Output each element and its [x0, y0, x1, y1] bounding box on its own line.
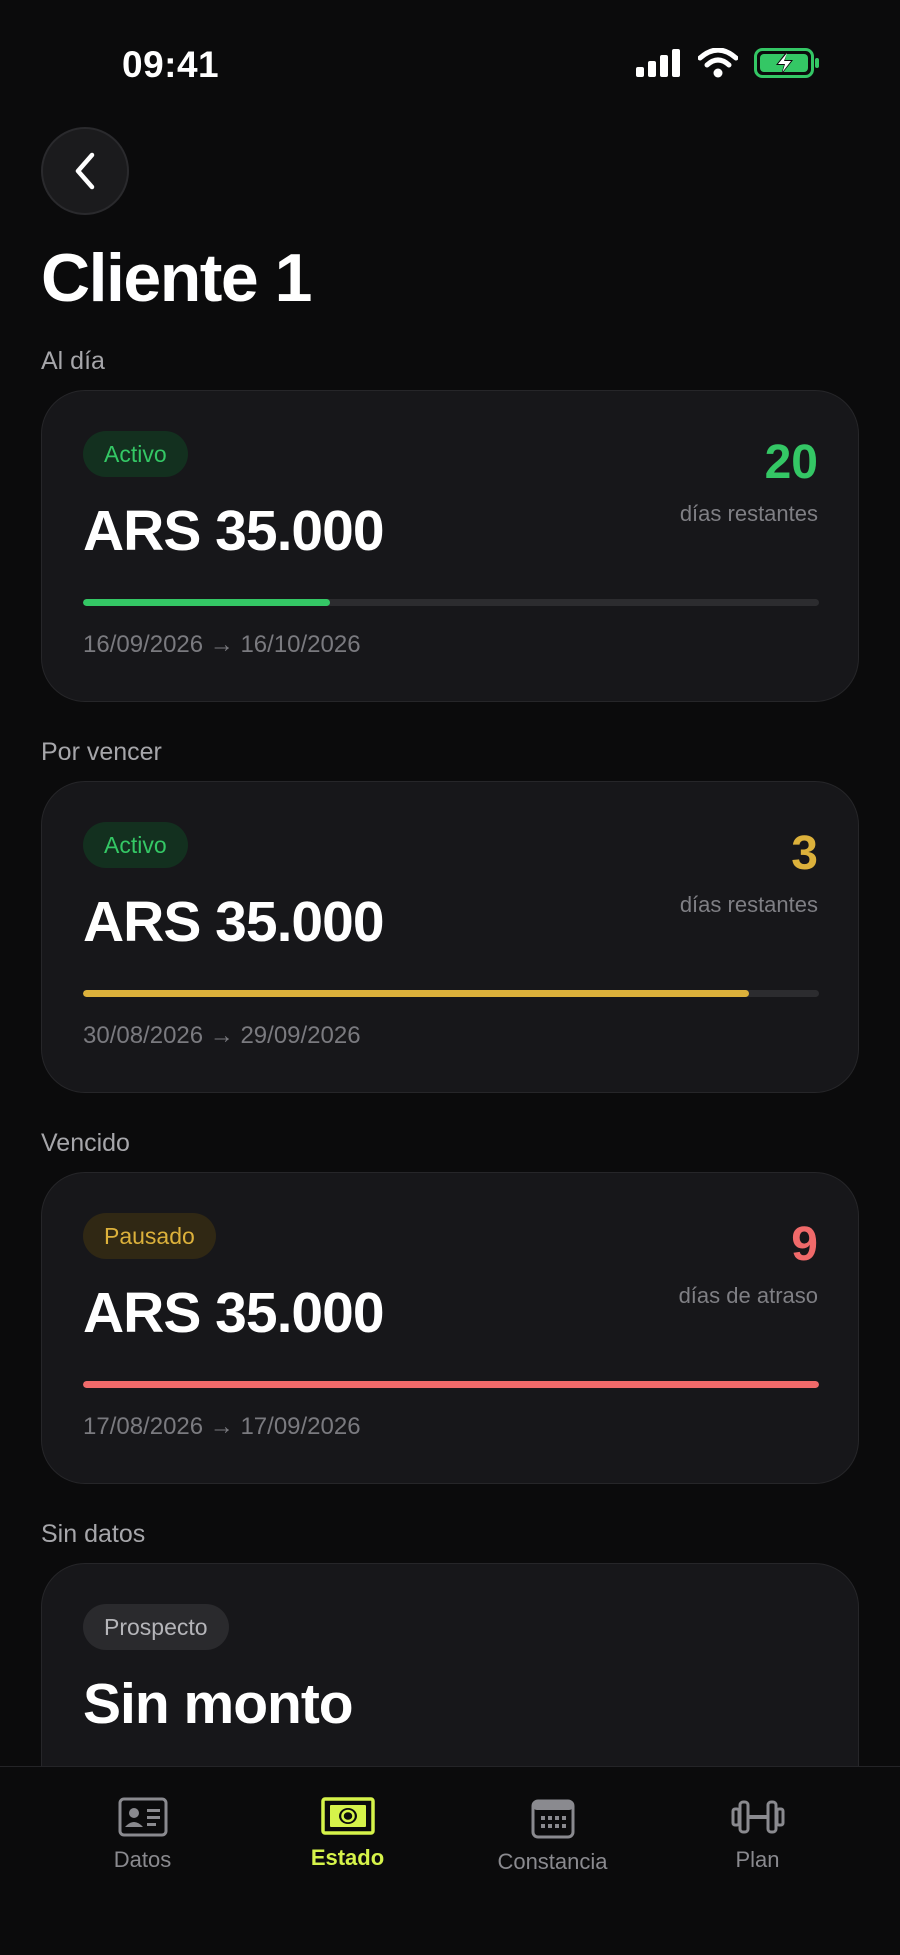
- tab-plan[interactable]: Plan: [673, 1767, 843, 1955]
- progress-bar: [83, 990, 819, 997]
- amount: Sin monto: [83, 1672, 354, 1736]
- amount: ARS 35.000: [83, 890, 385, 954]
- amount: ARS 35.000: [83, 499, 385, 563]
- progress-fill: [83, 599, 330, 606]
- subscription-card-por-vencer[interactable]: Activo ARS 35.000 3 días restantes 30/08…: [41, 781, 859, 1093]
- section-label-vencido: Vencido: [41, 1129, 130, 1157]
- days-label: días restantes: [679, 501, 818, 526]
- progress-fill: [83, 990, 750, 997]
- status-badge: Activo: [83, 431, 188, 477]
- days-count: 9: [791, 1218, 818, 1271]
- tab-datos[interactable]: Datos: [58, 1767, 228, 1955]
- days-label: días restantes: [679, 892, 818, 917]
- chevron-left-icon: [75, 152, 95, 190]
- amount: ARS 35.000: [83, 1281, 385, 1345]
- status-bar: 09:41: [0, 0, 900, 130]
- banknote-icon: [320, 1797, 375, 1835]
- status-badge: Prospecto: [83, 1604, 229, 1650]
- status-badge: Pausado: [83, 1213, 216, 1259]
- date-range: 16/09/2026 → 16/10/2026: [83, 631, 361, 658]
- progress-bar: [83, 599, 819, 606]
- date-range: 30/08/2026 → 29/09/2026: [83, 1022, 361, 1049]
- tab-label: Constancia: [497, 1849, 608, 1874]
- tab-estado[interactable]: Estado: [263, 1767, 433, 1955]
- section-label-al-dia: Al día: [41, 347, 105, 375]
- subscription-card-vencido[interactable]: Pausado ARS 35.000 9 días de atraso 17/0…: [41, 1172, 859, 1484]
- subscription-card-al-dia[interactable]: Activo ARS 35.000 20 días restantes 16/0…: [41, 390, 859, 702]
- days-label: días de atraso: [678, 1283, 818, 1308]
- back-button[interactable]: [41, 127, 129, 215]
- tab-constancia[interactable]: Constancia: [468, 1767, 638, 1955]
- days-count: 20: [764, 436, 818, 489]
- page-title: Cliente 1: [41, 240, 312, 316]
- days-count: 3: [791, 827, 818, 880]
- section-label-por-vencer: Por vencer: [41, 738, 162, 766]
- wifi-icon: [698, 48, 738, 78]
- tab-label: Estado: [310, 1845, 385, 1870]
- tab-label: Datos: [113, 1847, 172, 1872]
- status-icons: [636, 48, 820, 78]
- status-badge: Activo: [83, 822, 188, 868]
- dumbbell-icon: [731, 1800, 784, 1834]
- status-time: 09:41: [122, 44, 220, 85]
- id-card-icon: [118, 1797, 167, 1837]
- progress-bar: [83, 1381, 819, 1388]
- signal-icon: [636, 49, 680, 77]
- tab-bar: Datos Estado Constancia Plan: [0, 1766, 900, 1955]
- calendar-icon: [531, 1799, 574, 1839]
- tab-label: Plan: [735, 1847, 780, 1872]
- section-label-sin-datos: Sin datos: [41, 1520, 146, 1548]
- battery-charging-icon: [754, 48, 819, 78]
- date-range: 17/08/2026 → 17/09/2026: [83, 1413, 361, 1440]
- progress-fill: [83, 1381, 819, 1388]
